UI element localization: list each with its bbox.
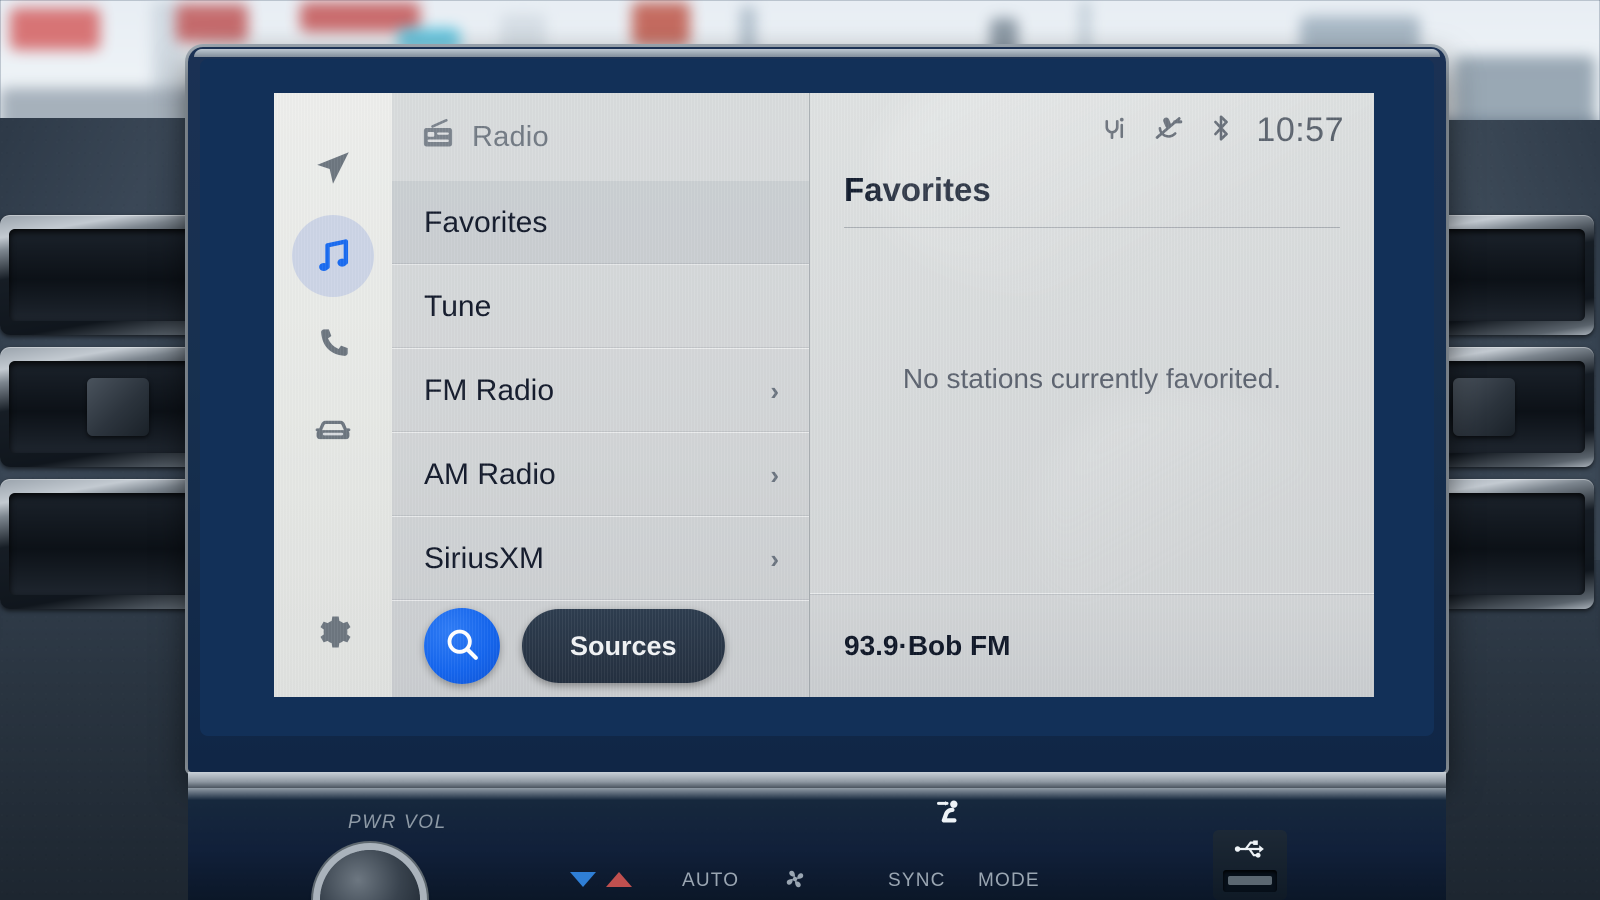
menu-header: Radio <box>392 93 809 181</box>
radio-menu-column: Radio Favorites Tune FM Radio › AM Radio… <box>392 93 810 697</box>
power-volume-label: PWR VOL <box>348 812 447 833</box>
now-playing-station: 93.9·Bob FM <box>844 629 1011 661</box>
usb-slot <box>1223 870 1277 892</box>
sidebar-item-settings[interactable] <box>292 591 374 673</box>
auto-button-label[interactable]: AUTO <box>682 870 739 892</box>
menu-item-am-radio[interactable]: AM Radio › <box>392 433 809 517</box>
status-bar: 10:57 <box>810 93 1374 167</box>
content-panel: 10:57 Favorites No stations currently fa… <box>810 93 1374 697</box>
empty-state-message: No stations currently favorited. <box>902 363 1282 394</box>
qi-charging-icon <box>1100 113 1130 148</box>
search-button[interactable] <box>424 608 500 684</box>
photo-scene: Radio Favorites Tune FM Radio › AM Radio… <box>0 0 1600 900</box>
usb-icon <box>1231 836 1269 867</box>
search-icon <box>442 624 482 669</box>
chevron-right-icon: › <box>770 459 779 490</box>
navigation-arrow-icon <box>312 147 354 189</box>
sidebar-item-navigation[interactable] <box>292 127 374 209</box>
bluetooth-icon <box>1208 113 1234 148</box>
mode-button-label[interactable]: MODE <box>978 870 1040 892</box>
page-title: Favorites <box>844 171 991 208</box>
menu-item-siriusxm[interactable]: SiriusXM › <box>392 517 809 601</box>
title-divider <box>844 227 1340 228</box>
airflow-seat-icon[interactable] <box>932 796 966 839</box>
sources-button[interactable]: Sources <box>522 609 725 683</box>
menu-item-fm-radio[interactable]: FM Radio › <box>392 349 809 433</box>
sync-button-label[interactable]: SYNC <box>888 870 946 892</box>
bezel-top-highlight <box>194 49 1440 57</box>
radio-icon <box>420 117 456 158</box>
usb-port[interactable] <box>1213 830 1287 900</box>
power-volume-knob[interactable] <box>320 850 420 900</box>
fan-icon[interactable] <box>782 866 808 897</box>
microphone-muted-icon <box>1152 113 1186 148</box>
temperature-up-arrow-icon[interactable] <box>606 872 632 887</box>
now-playing-bar[interactable]: 93.9·Bob FM <box>810 593 1374 697</box>
chevron-right-icon: › <box>770 375 779 406</box>
status-clock: 10:57 <box>1256 110 1344 149</box>
infotainment-screen[interactable]: Radio Favorites Tune FM Radio › AM Radio… <box>274 93 1374 697</box>
menu-item-tune[interactable]: Tune <box>392 265 809 349</box>
car-icon <box>312 411 354 453</box>
menu-item-label: Tune <box>424 289 492 323</box>
content-body: Favorites No stations currently favorite… <box>810 167 1374 593</box>
menu-item-label: SiriusXM <box>424 541 545 575</box>
menu-item-label: FM Radio <box>424 373 555 407</box>
chevron-right-icon: › <box>770 543 779 574</box>
sidebar-item-phone[interactable] <box>292 303 374 385</box>
menu-item-favorites[interactable]: Favorites <box>392 181 809 265</box>
head-unit-bezel: Radio Favorites Tune FM Radio › AM Radio… <box>188 47 1446 772</box>
physical-control-panel: PWR VOL AUTO SYNC MODE <box>188 772 1446 900</box>
gear-icon <box>313 612 353 652</box>
sidebar-item-media[interactable] <box>292 215 374 297</box>
sidebar-item-vehicle[interactable] <box>292 391 374 473</box>
menu-item-label: AM Radio <box>424 457 556 491</box>
sidebar <box>274 93 392 697</box>
control-panel-lip <box>188 772 1446 788</box>
radio-menu-list: Favorites Tune FM Radio › AM Radio › Sir… <box>392 181 809 601</box>
menu-footer: Sources <box>392 601 809 697</box>
music-note-icon <box>311 234 355 278</box>
menu-header-label: Radio <box>472 120 549 153</box>
sources-button-label: Sources <box>570 630 677 661</box>
menu-item-label: Favorites <box>424 205 548 239</box>
phone-icon <box>313 324 353 364</box>
temperature-down-arrow-icon[interactable] <box>570 872 596 887</box>
